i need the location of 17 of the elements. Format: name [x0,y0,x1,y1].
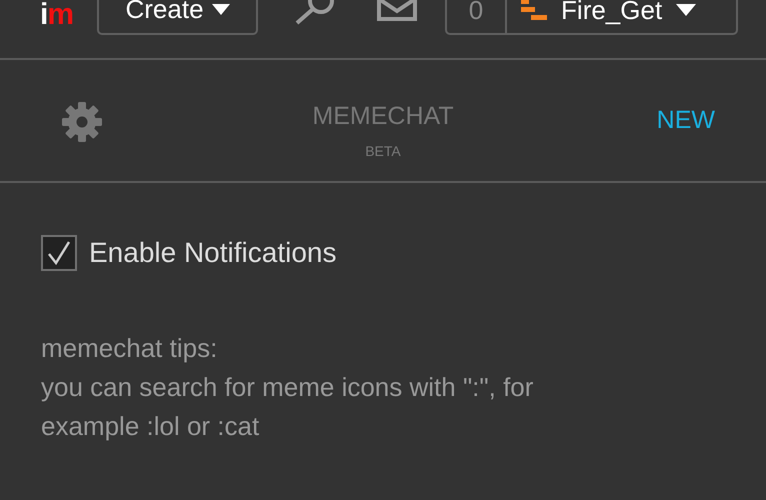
avatar-icon [521,0,548,21]
settings-icon[interactable] [62,102,102,142]
beta-label: BETA [365,143,401,159]
logo[interactable]: im [40,0,74,32]
search-icon[interactable] [293,0,336,25]
caret-icon [212,4,230,15]
create-button[interactable]: Create [97,0,258,35]
caret-icon [676,4,696,16]
new-button[interactable]: NEW [656,102,715,135]
chat-title: MEMECHAT [312,102,454,131]
tips-heading: memechat tips: [41,332,218,365]
tips-text: you can search for meme icons with ":", for example :lol or :cat [41,371,534,443]
checkbox-label: Enable Notifications [89,237,336,269]
notification-count[interactable]: 0 [447,0,508,34]
mail-icon[interactable] [377,0,418,21]
user-menu-button[interactable]: Fire_Get [507,0,696,26]
checkbox[interactable] [41,235,77,271]
